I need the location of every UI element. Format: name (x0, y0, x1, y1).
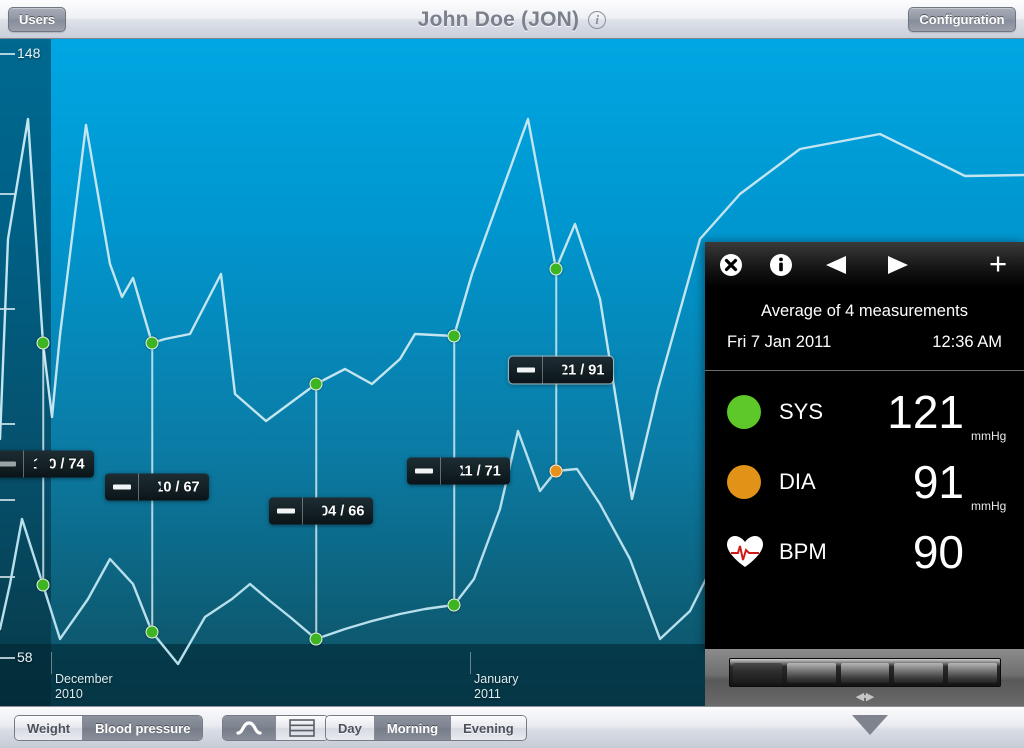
scrubber-cell[interactable] (840, 662, 890, 683)
callout-swatch-box (105, 473, 138, 501)
callout-swatch-box (509, 356, 542, 384)
scrubber-cell[interactable] (948, 662, 997, 683)
segment-evening[interactable]: Evening (451, 716, 526, 740)
callout-value: 110 / 74 (23, 450, 94, 478)
dia-data-point[interactable] (36, 578, 50, 592)
y-axis-max-label: 148 (17, 45, 41, 61)
timeline-scrubber[interactable]: ◀•▶ (705, 649, 1024, 706)
view-mode-segmented-control[interactable] (222, 715, 329, 741)
plus-icon[interactable]: + (984, 248, 1012, 279)
dia-data-point[interactable] (447, 598, 461, 612)
measurement-values-list: SYS 121 mmHg DIA 91 mmHg BPM 90 (705, 371, 1024, 587)
callout-swatch-icon (516, 367, 535, 373)
bottom-toolbar: Weight Blood pressure Day Morning Evenin… (0, 706, 1024, 748)
dia-unit: mmHg (971, 499, 1007, 513)
measurement-date: Fri 7 Jan 2011 (727, 333, 832, 351)
period-segmented-control[interactable]: Day Morning Evening (325, 715, 527, 741)
scrubber-cell[interactable] (894, 662, 944, 683)
segment-morning[interactable]: Morning (374, 716, 452, 740)
bpm-label: BPM (779, 539, 827, 564)
detail-panel-toolbar: + (705, 242, 1024, 288)
sys-data-point[interactable] (309, 377, 323, 391)
y-axis-min-label: 58 (17, 649, 33, 665)
segment-blood-pressure[interactable]: Blood pressure (83, 716, 203, 740)
measurement-callout[interactable]: 104 / 66 (269, 497, 374, 525)
x-axis-label-december-year: 2010 (55, 687, 83, 701)
measurement-row-dia: DIA 91 mmHg (705, 447, 1024, 517)
bpm-unit (964, 583, 1006, 587)
callout-swatch-icon (0, 461, 16, 467)
previous-arrow-icon[interactable] (823, 254, 849, 276)
navbar-title-group: John Doe (JON) i (0, 0, 1024, 39)
scrubber-track[interactable] (729, 658, 1001, 687)
measurement-callout[interactable]: 110 / 74 (0, 450, 94, 478)
x-axis-label-january-year: 2011 (474, 687, 501, 701)
dia-data-point-selected[interactable] (549, 464, 563, 478)
sys-data-point[interactable] (36, 336, 50, 350)
detail-panel-summary: Average of 4 measurements Fri 7 Jan 2011… (705, 288, 1024, 371)
measurement-callout[interactable]: 110 / 67 (105, 473, 209, 501)
measurement-kind-segmented-control[interactable]: Weight Blood pressure (14, 715, 204, 741)
graph-icon[interactable] (223, 716, 276, 740)
callout-swatch-box (407, 457, 440, 485)
next-arrow-icon[interactable] (885, 254, 911, 276)
dia-value: 91 (912, 456, 964, 508)
measurement-callout-selected[interactable]: 121 / 91 (509, 356, 614, 384)
sys-data-point-selected[interactable] (549, 262, 563, 276)
app-root: Users John Doe (JON) i Configuration 148… (0, 0, 1024, 748)
resize-handle-icon[interactable]: ◀•▶ (856, 690, 875, 703)
sys-data-point[interactable] (447, 329, 461, 343)
configuration-button[interactable]: Configuration (908, 7, 1016, 32)
callout-swatch-icon (112, 484, 131, 490)
callout-swatch-icon (276, 508, 295, 514)
down-caret-icon[interactable] (852, 715, 888, 735)
sys-label: SYS (779, 399, 824, 424)
sys-data-point[interactable] (145, 336, 159, 350)
green-circle-icon (727, 395, 765, 429)
segment-day[interactable]: Day (326, 716, 375, 740)
x-axis-label-december-month: December (55, 672, 113, 686)
bpm-value: 90 (912, 526, 964, 578)
orange-circle-icon (727, 465, 765, 499)
callout-swatch-icon (414, 468, 433, 474)
dia-label: DIA (779, 469, 816, 494)
heart-rate-icon (727, 536, 765, 568)
segment-weight[interactable]: Weight (15, 716, 84, 740)
dia-data-point[interactable] (309, 632, 323, 646)
info-circle-icon[interactable]: i (588, 10, 607, 29)
info-icon[interactable] (769, 253, 793, 277)
measurement-datetime: Fri 7 Jan 2011 12:36 AM (705, 321, 1024, 352)
measurement-time: 12:36 AM (932, 333, 1002, 351)
scrubber-cell[interactable] (733, 662, 782, 683)
x-axis-label-january-month: January (474, 672, 519, 686)
measurement-row-sys: SYS 121 mmHg (705, 377, 1024, 447)
measurement-callout[interactable]: 111 / 71 (407, 457, 510, 485)
dia-data-point[interactable] (145, 625, 159, 639)
users-button-label: Users (19, 12, 56, 27)
page-title: John Doe (JON) (417, 7, 580, 31)
scrubber-cell[interactable] (786, 662, 836, 683)
configuration-button-label: Configuration (919, 12, 1005, 27)
sys-unit: mmHg (971, 429, 1007, 443)
callout-swatch-box (269, 497, 302, 525)
average-measurements-text: Average of 4 measurements (761, 302, 968, 320)
list-icon[interactable] (276, 716, 328, 740)
callout-swatch-box (0, 450, 23, 478)
navbar: Users John Doe (JON) i Configuration (0, 0, 1024, 39)
sys-value: 121 (887, 386, 964, 438)
close-icon[interactable] (719, 253, 743, 277)
measurement-detail-panel: + Average of 4 measurements Fri 7 Jan 20… (705, 242, 1024, 649)
users-button[interactable]: Users (8, 7, 67, 32)
measurement-row-bpm: BPM 90 (705, 517, 1024, 587)
